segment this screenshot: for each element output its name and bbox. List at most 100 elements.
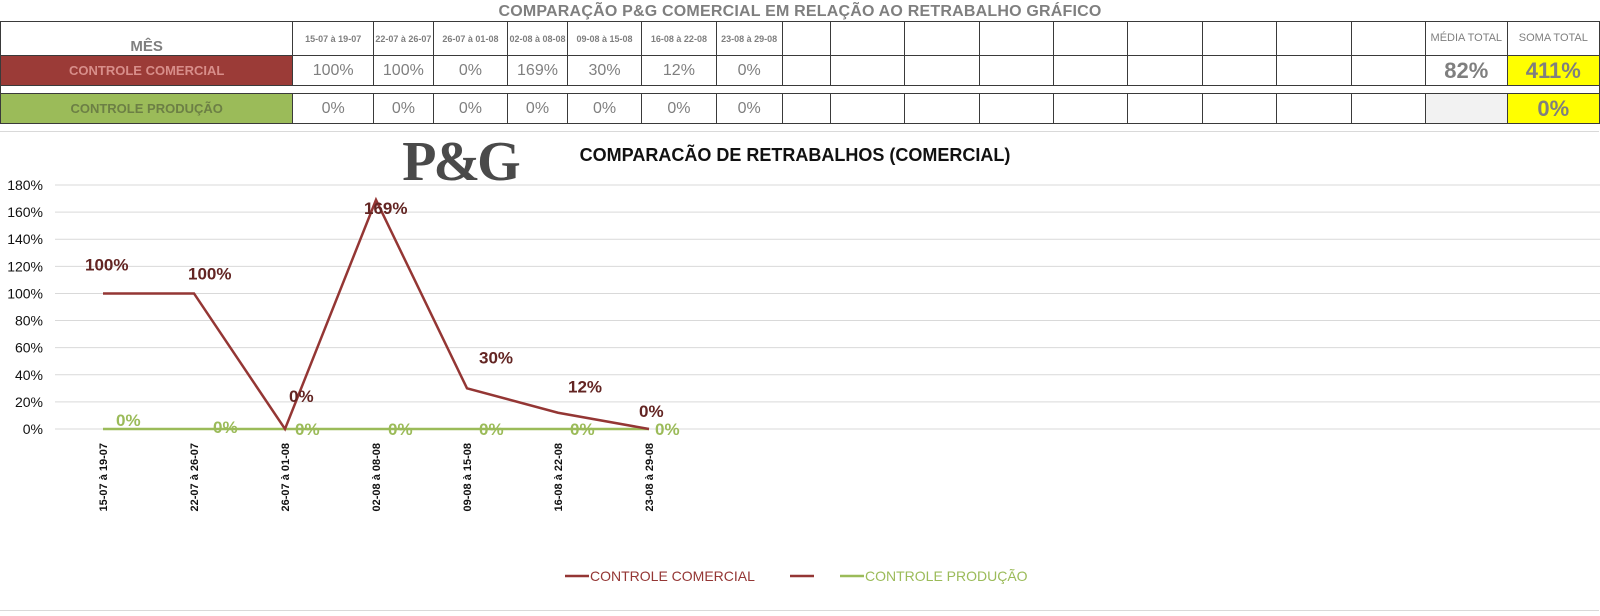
week-header[interactable]: 09-08 à 15-08 — [566, 21, 643, 56]
x-tick-label: 26-07 à 01-08 — [280, 443, 292, 512]
data-label-producao: 0% — [295, 420, 320, 439]
empty-cell[interactable] — [904, 55, 980, 86]
spacer-cell — [0, 85, 1600, 94]
week-header[interactable]: 15-07 à 19-07 — [292, 21, 375, 56]
value-cell[interactable]: 0% — [373, 93, 434, 124]
empty-cell[interactable] — [1127, 21, 1203, 56]
week-header[interactable]: 22-07 à 26-07 — [373, 21, 434, 56]
empty-cell[interactable] — [1052, 21, 1129, 56]
empty-cell[interactable] — [1201, 55, 1278, 86]
soma-total-cell[interactable]: 0% — [1506, 93, 1600, 124]
media-total-cell[interactable]: 82% — [1424, 55, 1508, 86]
data-label-comercial: 100% — [188, 264, 231, 283]
x-tick-label: 23-08 à 29-08 — [644, 443, 656, 512]
y-tick-label: 80% — [15, 313, 43, 329]
soma-total-header[interactable]: SOMA TOTAL — [1506, 21, 1600, 56]
y-tick-label: 60% — [15, 340, 43, 356]
empty-cell[interactable] — [904, 93, 980, 124]
y-tick-label: 0% — [23, 421, 43, 437]
y-tick-label: 160% — [7, 204, 43, 220]
empty-cell[interactable] — [1276, 21, 1352, 56]
row-label-producao[interactable]: CONTROLE PRODUÇÃO — [0, 93, 294, 124]
y-tick-label: 100% — [7, 285, 43, 301]
week-header[interactable]: 16-08 à 22-08 — [641, 21, 717, 56]
week-header[interactable]: 02-08 à 08-08 — [507, 21, 568, 56]
pg-logo: P&G — [372, 131, 548, 193]
empty-cell[interactable] — [829, 55, 906, 86]
empty-cell[interactable] — [829, 93, 906, 124]
chart-area[interactable]: P&G COMPARACÃO DE RETRABALHOS (COMERCIAL… — [0, 130, 1600, 616]
value-cell[interactable]: 0% — [715, 93, 783, 124]
legend-label-producao: CONTROLE PRODUÇÃO — [865, 568, 1028, 584]
data-label-comercial: 12% — [568, 378, 602, 397]
data-label-comercial: 30% — [479, 348, 513, 367]
empty-cell[interactable] — [1350, 93, 1426, 124]
value-cell[interactable]: 0% — [432, 93, 509, 124]
media-total-header[interactable]: MÉDIA TOTAL — [1424, 21, 1508, 56]
empty-cell[interactable] — [904, 21, 980, 56]
y-tick-label: 140% — [7, 231, 43, 247]
value-cell[interactable]: 0% — [507, 93, 568, 124]
empty-cell[interactable] — [1127, 93, 1203, 124]
y-tick-label: 40% — [15, 367, 43, 383]
value-cell[interactable]: 169% — [507, 55, 568, 86]
spacer-row — [0, 85, 1600, 94]
data-label-producao: 0% — [213, 418, 238, 437]
table-row-producao: CONTROLE PRODUÇÃO 0% 0% 0% 0% 0% 0% 0% 0… — [0, 93, 1600, 124]
chart-title: COMPARACÃO DE RETRABALHOS (COMERCIAL) — [580, 144, 1011, 165]
week-header[interactable]: 26-07 à 01-08 — [432, 21, 509, 56]
empty-cell[interactable] — [1201, 21, 1278, 56]
week-header[interactable]: 23-08 à 29-08 — [715, 21, 783, 56]
data-label-comercial: 169% — [364, 199, 407, 218]
x-tick-label: 15-07 à 19-07 — [98, 443, 110, 512]
value-cell[interactable]: 30% — [566, 55, 643, 86]
data-label-comercial: 0% — [289, 387, 314, 406]
value-cell[interactable]: 0% — [566, 93, 643, 124]
soma-total-cell[interactable]: 411% — [1506, 55, 1600, 86]
header-row: MÊS 15-07 à 19-07 22-07 à 26-07 26-07 à … — [0, 21, 1600, 56]
value-cell[interactable]: 0% — [432, 55, 509, 86]
media-total-cell[interactable] — [1424, 93, 1508, 124]
value-cell[interactable]: 100% — [373, 55, 434, 86]
x-tick-label: 02-08 à 08-08 — [371, 443, 383, 512]
empty-cell[interactable] — [781, 55, 831, 86]
empty-cell[interactable] — [1276, 55, 1352, 86]
value-cell[interactable]: 100% — [292, 55, 375, 86]
data-label-producao: 0% — [479, 420, 504, 439]
value-cell[interactable]: 12% — [641, 55, 717, 86]
y-tick-label: 20% — [15, 394, 43, 410]
empty-cell[interactable] — [1276, 93, 1352, 124]
data-label-comercial: 0% — [639, 402, 664, 421]
month-header[interactable]: MÊS — [0, 21, 294, 56]
empty-cell[interactable] — [829, 21, 906, 56]
table-row-comercial: CONTROLE COMERCIAL 100% 100% 0% 169% 30%… — [0, 55, 1600, 86]
x-tick-label: 16-08 à 22-08 — [553, 443, 565, 512]
data-label-producao: 0% — [116, 411, 141, 430]
empty-cell[interactable] — [1127, 55, 1203, 86]
empty-cell[interactable] — [978, 55, 1054, 86]
empty-cell[interactable] — [1350, 21, 1426, 56]
summary-table: MÊS 15-07 à 19-07 22-07 à 26-07 26-07 à … — [0, 21, 1600, 124]
empty-cell[interactable] — [1350, 55, 1426, 86]
empty-cell[interactable] — [1052, 93, 1129, 124]
x-tick-label: 09-08 à 15-08 — [462, 443, 474, 512]
empty-cell[interactable] — [978, 21, 1054, 56]
empty-cell[interactable] — [1052, 55, 1129, 86]
empty-cell[interactable] — [781, 93, 831, 124]
empty-cell[interactable] — [1201, 93, 1278, 124]
chart-svg: P&G COMPARACÃO DE RETRABALHOS (COMERCIAL… — [7, 131, 1600, 584]
data-label-comercial: 100% — [85, 255, 128, 274]
empty-cell[interactable] — [978, 93, 1054, 124]
value-cell[interactable]: 0% — [292, 93, 375, 124]
legend-label-comercial: CONTROLE COMERCIAL — [590, 568, 755, 584]
empty-cell[interactable] — [781, 21, 831, 56]
value-cell[interactable]: 0% — [641, 93, 717, 124]
data-label-producao: 0% — [388, 420, 413, 439]
row-label-comercial[interactable]: CONTROLE COMERCIAL — [0, 55, 294, 86]
data-label-producao: 0% — [655, 420, 680, 439]
y-tick-label: 120% — [7, 258, 43, 274]
y-tick-label: 180% — [7, 177, 43, 193]
x-tick-label: 22-07 à 26-07 — [189, 443, 201, 512]
sheet-title: COMPARAÇÃO P&G COMERCIAL EM RELAÇÃO AO R… — [498, 3, 1102, 20]
value-cell[interactable]: 0% — [715, 55, 783, 86]
